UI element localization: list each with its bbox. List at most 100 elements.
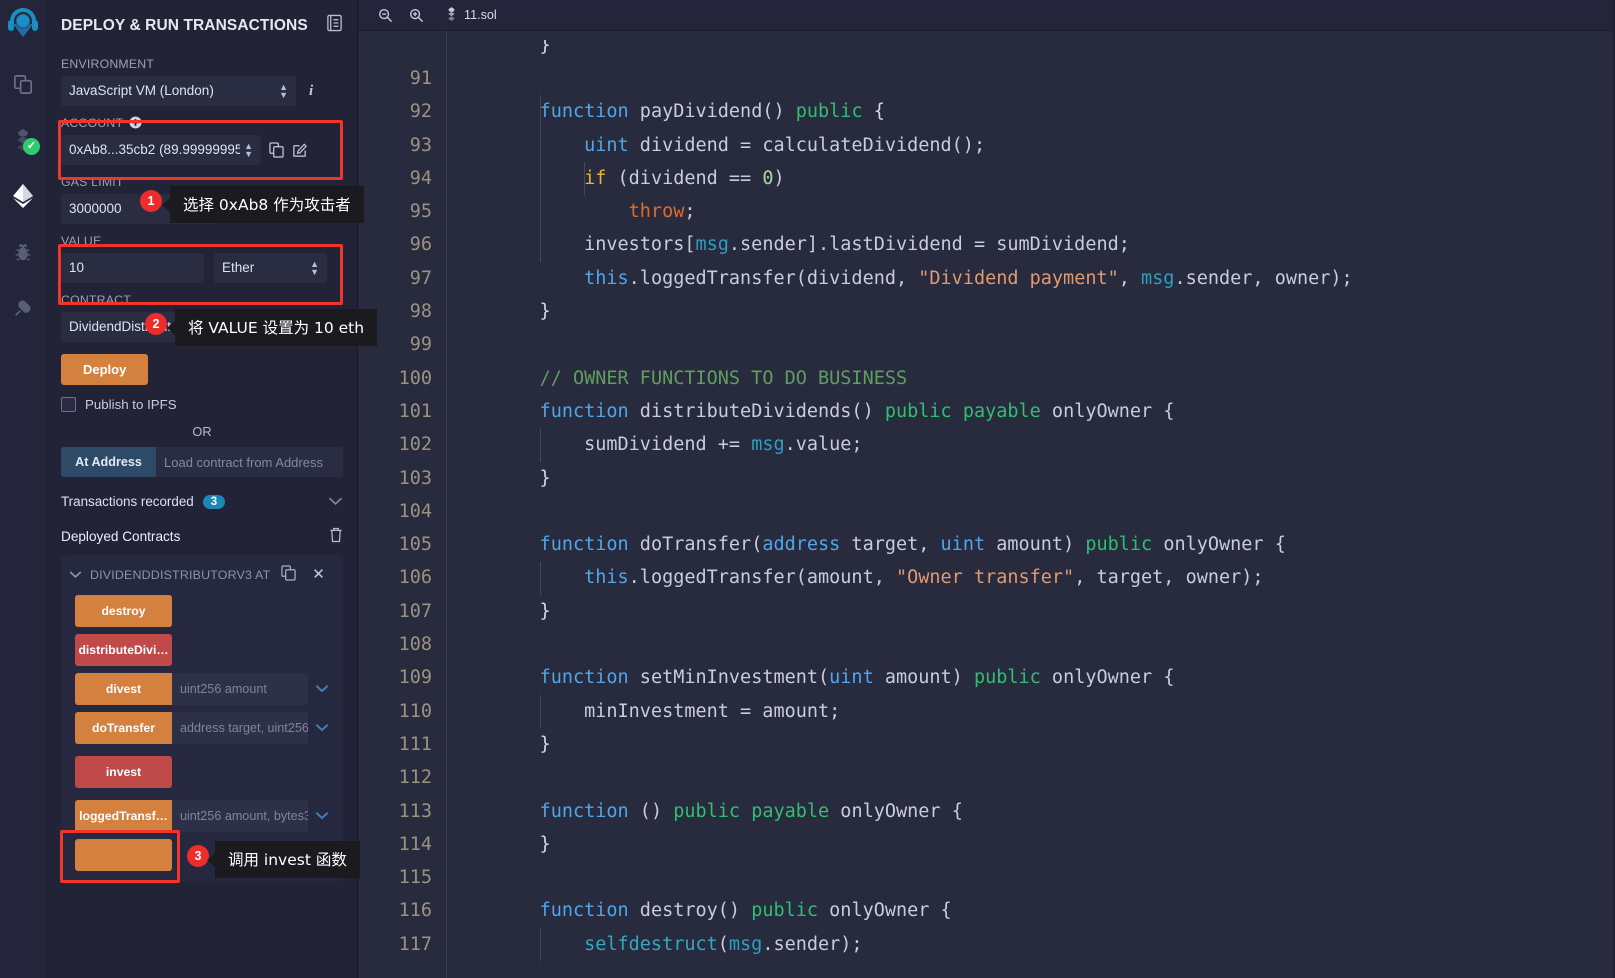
sidebar-item-deploy-run[interactable]: [1, 168, 45, 224]
source-code[interactable]: } function payDividend() public { uint d…: [447, 31, 1615, 978]
code-area[interactable]: 91 92 93 94 95 96 97 98 99 100 101 102 103 104 105 106 1…: [358, 31, 1615, 978]
remix-logo-icon: [1, 4, 45, 48]
function-button-loggedtransfer[interactable]: loggedTransf…: [75, 800, 172, 832]
indent-guide: [539, 95, 541, 262]
indent-guide: [539, 428, 541, 462]
solidity-file-icon: [446, 6, 457, 24]
tab-filename: 11.sol: [464, 8, 497, 22]
function-input-divest[interactable]: uint256 amount: [172, 673, 308, 705]
notes-icon[interactable]: [326, 14, 343, 37]
code-line: }: [495, 301, 551, 323]
plus-circle-icon[interactable]: [129, 116, 142, 129]
edit-icon[interactable]: [292, 142, 307, 158]
function-input-loggedtransfer[interactable]: uint256 amount, bytes3: [172, 800, 308, 832]
zoom-out-icon[interactable]: [370, 8, 401, 23]
sidebar-item-file-explorer[interactable]: [1, 56, 45, 112]
close-icon[interactable]: ✕: [312, 567, 333, 582]
chevron-down-icon[interactable]: [308, 680, 329, 698]
indent-guide: [539, 927, 541, 962]
code-line: uint dividend = calculateDividend();: [584, 134, 986, 156]
page-title: DEPLOY & RUN TRANSACTIONS: [61, 16, 308, 34]
code-line: }: [495, 600, 551, 622]
indent-guide: [584, 161, 586, 196]
line-number: 108: [398, 634, 432, 656]
code-line: }: [495, 833, 551, 855]
code-line: investors[msg.sender].lastDividend = sum…: [495, 234, 1130, 256]
sidebar-item-solidity-compiler[interactable]: ✓: [1, 112, 45, 168]
copy-icon[interactable]: [281, 565, 304, 584]
deployed-instance-title: DIVIDENDDISTRIBUTORV3 AT 0XD9: [90, 567, 273, 582]
function-button-divest[interactable]: divest: [75, 673, 172, 705]
function-button-dotransfer[interactable]: doTransfer: [75, 712, 172, 744]
line-number: 92: [409, 101, 432, 123]
annotation-tooltip-1: 选择 0xAb8 作为攻击者: [170, 186, 364, 223]
indent-guide: [539, 694, 541, 728]
line-number: 112: [398, 767, 432, 789]
line-number: 100: [398, 367, 432, 389]
chevron-updown-icon: ▲▼: [310, 259, 319, 277]
line-number: 116: [398, 900, 432, 922]
deployed-instance: DIVIDENDDISTRIBUTORV3 AT 0XD9 ✕ destroy …: [61, 555, 343, 881]
contract-label: CONTRACT: [61, 292, 131, 307]
line-number: 105: [398, 534, 432, 556]
transactions-recorded-row[interactable]: Transactions recorded 3: [61, 494, 343, 509]
environment-select[interactable]: JavaScript VM (London) ▲ ▼: [61, 76, 296, 106]
annotation-tooltip-3: 调用 invest 函数: [215, 841, 360, 878]
environment-label: ENVIRONMENT: [61, 56, 155, 71]
chevron-down-icon[interactable]: [308, 719, 329, 737]
value-unit-select[interactable]: Ether ▲ ▼: [214, 253, 327, 283]
publish-ipfs-checkbox[interactable]: [61, 397, 76, 412]
chevron-updown-icon: ▲▼: [244, 141, 253, 159]
function-button-invest[interactable]: invest: [75, 756, 172, 788]
value-input[interactable]: 10: [61, 253, 204, 283]
account-select[interactable]: 0xAb8...35cb2 (89.99999995 ▲ ▼: [61, 135, 261, 165]
account-label: ACCOUNT: [61, 114, 343, 131]
icon-rail: ✓: [0, 0, 47, 978]
line-number: 117: [398, 933, 432, 955]
value-label: VALUE: [61, 233, 102, 248]
sidebar-item-plugin-manager[interactable]: [1, 280, 45, 336]
chevron-down-icon[interactable]: [308, 807, 329, 825]
code-line: function distributeDividends() public pa…: [539, 400, 1175, 422]
code-editor: 11.sol 91 92 93 94 95 96 97 98 99 100 101 102 103 104…: [358, 0, 1615, 978]
environment-value: JavaScript VM (London): [69, 83, 214, 98]
sidebar-item-debugger[interactable]: [1, 224, 45, 280]
function-button-distributedividends[interactable]: distributeDivi…: [75, 634, 172, 666]
chevron-down-icon[interactable]: [69, 568, 82, 582]
trash-icon[interactable]: [329, 527, 343, 546]
publish-ipfs-row[interactable]: Publish to IPFS: [61, 397, 343, 412]
code-line: function doTransfer(address target, uint…: [539, 534, 1286, 556]
deployed-contracts-label: Deployed Contracts: [61, 529, 181, 544]
compiler-success-badge: ✓: [23, 138, 40, 155]
function-button-destroy[interactable]: destroy: [75, 595, 172, 627]
step-marker-2: 2: [145, 313, 167, 335]
function-row: loggedTransf… uint256 amount, bytes3: [61, 788, 343, 832]
info-icon[interactable]: i: [304, 83, 318, 100]
code-line: throw;: [628, 201, 696, 223]
account-value: 0xAb8...35cb2 (89.99999995: [69, 142, 241, 157]
code-line: sumDividend += msg.value;: [495, 434, 863, 456]
at-address-row: At Address Load contract from Address: [61, 447, 343, 477]
line-number: 114: [398, 833, 432, 855]
function-input-dotransfer[interactable]: address target, uint256: [172, 712, 308, 744]
chevron-down-icon[interactable]: [328, 494, 343, 509]
copy-icon[interactable]: [269, 142, 284, 158]
step-marker-3: 3: [187, 845, 209, 867]
zoom-in-icon[interactable]: [401, 8, 432, 23]
line-number: 113: [398, 800, 432, 822]
line-number: 95: [409, 201, 432, 223]
at-address-input[interactable]: Load contract from Address: [156, 447, 343, 477]
deploy-button[interactable]: Deploy: [61, 354, 149, 385]
tab-11-sol[interactable]: 11.sol: [432, 6, 507, 24]
line-number: 101: [398, 400, 432, 422]
deployed-instance-header[interactable]: DIVIDENDDISTRIBUTORV3 AT 0XD9 ✕: [61, 561, 343, 588]
function-button-next[interactable]: [75, 839, 172, 871]
at-address-button[interactable]: At Address: [61, 447, 156, 477]
code-line: function destroy() public onlyOwner {: [539, 900, 952, 922]
function-row: divest uint256 amount: [61, 666, 343, 705]
value-amount: 10: [69, 260, 85, 275]
line-number: 102: [398, 434, 432, 456]
line-number: 97: [409, 267, 432, 289]
code-line: minInvestment = amount;: [495, 700, 841, 722]
